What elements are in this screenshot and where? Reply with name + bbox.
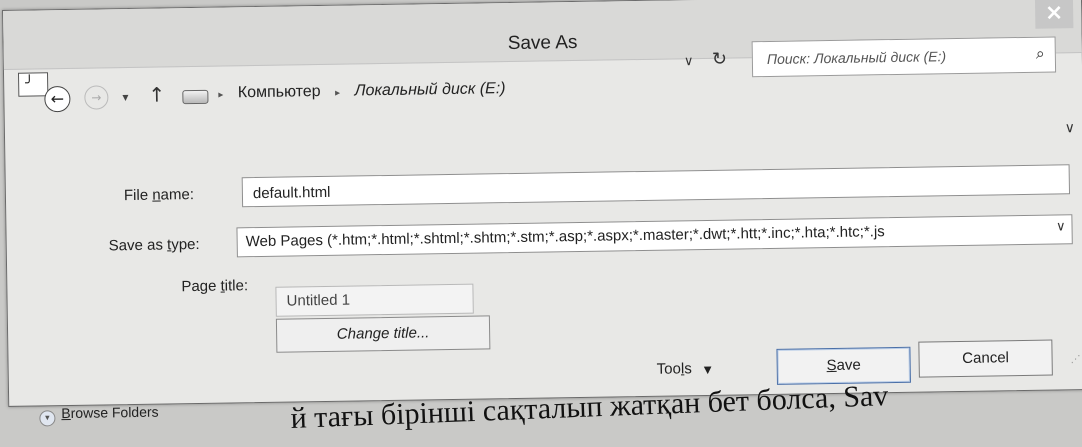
save-as-type-label: Save as type:	[108, 235, 200, 255]
tools-menu[interactable]: Tools ▼	[657, 360, 712, 378]
file-name-field[interactable]	[241, 164, 1071, 208]
save-as-type-value: Web Pages (*.htm;*.html;*.shtml;*.shtm;*…	[245, 223, 885, 251]
breadcrumb-separator-icon: ▸	[218, 89, 224, 101]
search-box[interactable]: ⌕	[751, 36, 1057, 78]
page-title-label: Page title:	[181, 277, 249, 296]
save-as-dialog: Save As × ╯ ← → ▾ ↑ ▸ Компьютер ▸ Локаль…	[2, 0, 1082, 427]
search-input[interactable]	[764, 44, 1010, 71]
file-name-label: File name:	[123, 186, 195, 205]
chevron-down-icon: ∨	[1055, 219, 1066, 235]
chevron-down-icon: ∨	[683, 54, 694, 70]
back-button[interactable]: ←	[44, 85, 71, 113]
file-name-input[interactable]	[250, 170, 1015, 205]
page-title-value: Untitled 1	[286, 291, 351, 310]
resize-grip-icon[interactable]: ⋰	[1071, 354, 1081, 365]
chevron-down-icon: ∨	[1064, 120, 1076, 137]
address-dropdown[interactable]: ∨	[684, 50, 694, 74]
up-folder-button[interactable]: ↑	[148, 80, 165, 108]
close-button[interactable]: ×	[1034, 0, 1074, 29]
path-history-dropdown[interactable]: ∨	[5, 120, 1082, 167]
page-title-field: Untitled 1	[275, 283, 474, 317]
cancel-button[interactable]: Cancel	[918, 339, 1053, 378]
search-icon[interactable]: ⌕	[1036, 44, 1045, 64]
breadcrumb-separator-icon: ▸	[335, 87, 341, 99]
photo-scene: Save As × ╯ ← → ▾ ↑ ▸ Компьютер ▸ Локаль…	[0, 0, 1082, 447]
browse-folders-toggle[interactable]: ▾ Browse Folders	[39, 404, 159, 427]
drive-icon	[182, 89, 209, 105]
refresh-button[interactable]: ↻	[712, 48, 727, 72]
chevron-down-icon: ▾	[122, 90, 129, 105]
breadcrumb-item-local-disk[interactable]: Локальный диск (E:)	[354, 80, 505, 99]
close-icon: ×	[1044, 0, 1064, 26]
arrow-up-icon: ↑	[148, 82, 166, 107]
change-title-button[interactable]: Change title...	[275, 315, 491, 353]
save-button[interactable]: Save	[776, 346, 911, 385]
dropdown-arrow-icon: ▼	[703, 364, 712, 377]
recent-locations-dropdown[interactable]: ▾	[122, 85, 128, 109]
expand-icon: ▾	[39, 410, 56, 427]
arrow-left-icon: ←	[50, 89, 65, 109]
breadcrumb: ▸ Компьютер ▸ Локальный диск (E:)	[208, 75, 506, 110]
refresh-icon: ↻	[711, 48, 728, 70]
save-as-type-select[interactable]: Web Pages (*.htm;*.html;*.shtml;*.shtm;*…	[236, 214, 1073, 258]
arrow-right-icon: →	[91, 90, 102, 105]
forward-button[interactable]: →	[84, 85, 109, 110]
breadcrumb-item-computer[interactable]: Компьютер	[238, 83, 321, 101]
document-icon: ╯	[17, 72, 49, 97]
